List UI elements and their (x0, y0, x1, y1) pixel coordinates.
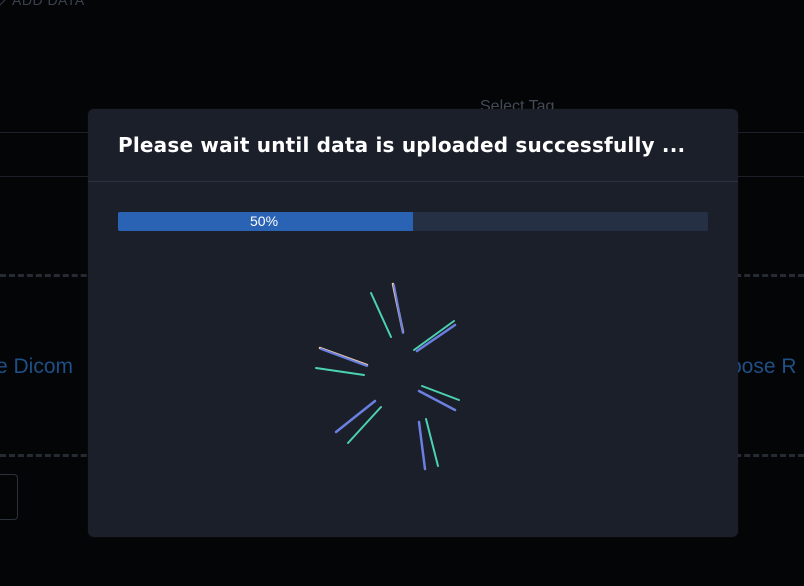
spinner-stroke (421, 385, 460, 401)
progress-label: 50% (118, 212, 708, 231)
spinner-stroke (413, 320, 455, 351)
spinner-stroke (415, 323, 457, 353)
spinner-stroke (334, 399, 377, 434)
chevron-right-icon (0, 0, 6, 6)
spinner-stroke (370, 292, 392, 338)
spinner-stroke (425, 418, 439, 467)
spinner-stroke (347, 406, 382, 444)
background-button[interactable] (0, 474, 18, 520)
upload-progress-modal: Please wait until data is uploaded succe… (88, 109, 738, 537)
modal-divider (88, 181, 738, 182)
choose-file-link[interactable]: oose R (730, 355, 797, 379)
spinner-stroke (417, 389, 457, 412)
loading-spinner-icon (315, 282, 460, 471)
breadcrumb-current: ADD DATA (12, 0, 85, 8)
spinner-stroke (417, 420, 427, 471)
choose-dicom-link[interactable]: e Dicom (0, 355, 73, 379)
breadcrumb: ADD DATA (0, 0, 85, 8)
spinner-stroke (320, 348, 368, 367)
progress-percentage: 50% (250, 213, 279, 229)
upload-progress-bar: 50% (118, 212, 708, 231)
spinner-stroke (315, 367, 365, 376)
spinner-stroke (393, 284, 404, 334)
modal-title: Please wait until data is uploaded succe… (118, 133, 686, 157)
